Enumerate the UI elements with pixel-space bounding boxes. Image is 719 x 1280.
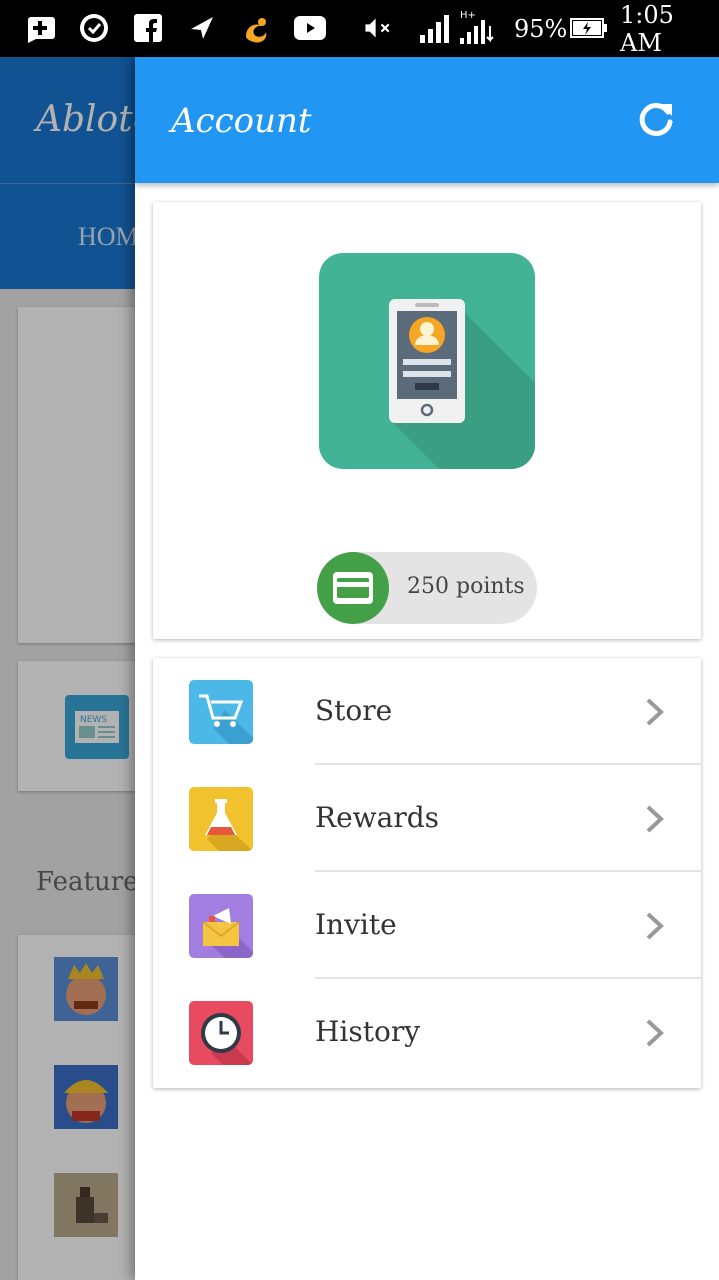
- flask-icon: [189, 787, 253, 851]
- points-badge[interactable]: 250 points: [317, 552, 537, 624]
- mobile-data-icon: H+: [458, 10, 502, 44]
- menu-label-rewards: Rewards: [315, 801, 439, 834]
- chevron-right-icon: [646, 698, 664, 726]
- battery-percent: 95%: [514, 14, 568, 43]
- menu-label-history: History: [315, 1015, 421, 1048]
- points-value: 250 points: [407, 574, 525, 599]
- signal-icon: [418, 12, 450, 44]
- svg-text:H+: H+: [460, 10, 476, 21]
- account-drawer: Account 250 points Store Rewards Invite …: [135, 57, 719, 1280]
- status-bar: H+ 95% 1:05 AM: [0, 0, 719, 57]
- youtube-icon: [294, 12, 326, 44]
- menu-card: Store Rewards Invite History: [153, 658, 701, 1088]
- chevron-right-icon: [646, 912, 664, 940]
- refresh-icon: [639, 103, 673, 137]
- facebook-icon: [132, 12, 164, 44]
- chevron-right-icon: [646, 805, 664, 833]
- volume-muted-icon: [364, 12, 396, 44]
- drawer-title: Account: [171, 101, 312, 141]
- phone-profile-icon: [319, 253, 535, 469]
- menu-label-store: Store: [315, 694, 393, 727]
- cart-icon: [189, 680, 253, 744]
- menu-label-invite: Invite: [315, 908, 397, 941]
- refresh-button[interactable]: [631, 95, 681, 145]
- menu-item-history[interactable]: History: [153, 979, 701, 1086]
- card-icon: [317, 552, 389, 624]
- clock-icon: [189, 1001, 253, 1065]
- invite-envelope-icon: [189, 894, 253, 958]
- profile-card: 250 points: [153, 202, 701, 639]
- clipboard-check-icon: [78, 12, 110, 44]
- battery-charging-icon: [570, 12, 608, 44]
- uc-browser-icon: [240, 12, 272, 44]
- menu-item-rewards[interactable]: Rewards: [153, 765, 701, 872]
- menu-item-store[interactable]: Store: [153, 658, 701, 765]
- drawer-app-bar: Account: [135, 57, 719, 183]
- add-notification-icon: [24, 12, 56, 44]
- send-icon: [186, 12, 218, 44]
- menu-item-invite[interactable]: Invite: [153, 872, 701, 979]
- chevron-right-icon: [646, 1019, 664, 1047]
- clock-time: 1:05 AM: [620, 0, 674, 57]
